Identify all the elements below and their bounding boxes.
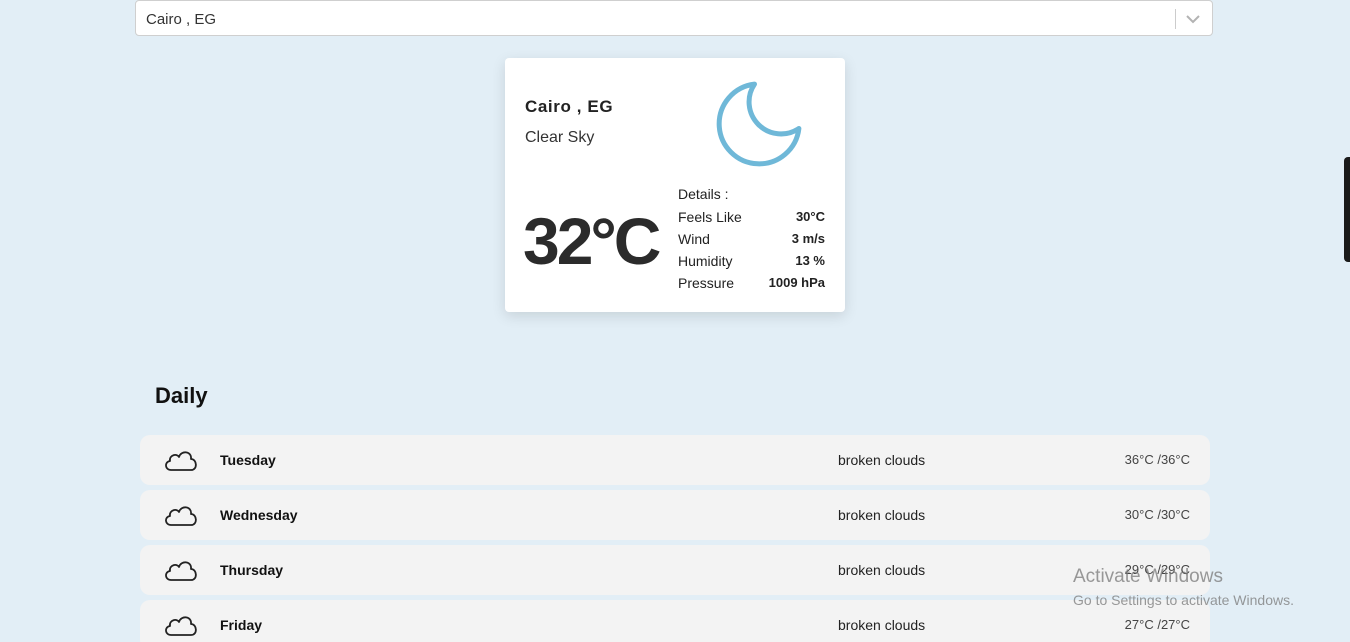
current-location: Cairo , EG — [525, 97, 614, 116]
detail-value: 3 m/s — [791, 231, 825, 246]
daily-row[interactable]: Thursday broken clouds 29°C /29°C — [140, 545, 1210, 595]
day-name: Friday — [220, 617, 263, 633]
day-description: broken clouds — [838, 507, 926, 523]
daily-row[interactable]: Wednesday broken clouds 30°C /30°C — [140, 490, 1210, 540]
side-widget-tab[interactable] — [1344, 157, 1350, 262]
day-description: broken clouds — [838, 562, 926, 578]
daily-row[interactable]: Tuesday broken clouds 36°C /36°C — [140, 435, 1210, 485]
details-panel: Details : Feels Like 30°C Wind 3 m/s Hum… — [678, 186, 825, 296]
daily-heading: Daily — [155, 383, 208, 408]
day-temperatures: 27°C /27°C — [1124, 617, 1190, 632]
detail-row-feels-like: Feels Like 30°C — [678, 208, 825, 230]
day-name: Wednesday — [220, 507, 298, 523]
detail-value: 1009 hPa — [768, 275, 825, 290]
location-select[interactable]: Cairo , EG — [135, 0, 1213, 36]
select-divider — [1175, 9, 1176, 29]
day-name: Tuesday — [220, 452, 276, 468]
detail-label: Wind — [678, 231, 710, 247]
cloud-icon — [165, 506, 197, 526]
moon-icon — [716, 81, 802, 167]
day-description: broken clouds — [838, 452, 926, 468]
detail-row-wind: Wind 3 m/s — [678, 230, 825, 252]
weather-app: Cairo , EG Cairo , EG Clear Sky 32°C Det… — [0, 0, 1350, 642]
watermark-subtitle: Go to Settings to activate Windows. — [1073, 592, 1294, 608]
current-weather-card: Cairo , EG Clear Sky 32°C Details : Feel… — [505, 58, 845, 312]
detail-value: 13 % — [795, 253, 825, 268]
watermark-title: Activate Windows — [1073, 566, 1223, 587]
day-temperatures: 36°C /36°C — [1124, 452, 1190, 467]
location-select-value: Cairo , EG — [146, 11, 217, 28]
detail-label: Humidity — [678, 253, 733, 269]
activate-windows-watermark: Activate Windows Go to Settings to activ… — [1073, 566, 1294, 608]
current-description: Clear Sky — [525, 129, 595, 146]
chevron-down-icon[interactable] — [1184, 9, 1202, 29]
cloud-icon — [165, 561, 197, 581]
detail-row-humidity: Humidity 13 % — [678, 252, 825, 274]
day-temperatures: 30°C /30°C — [1124, 507, 1190, 522]
day-name: Thursday — [220, 562, 284, 578]
detail-row-pressure: Pressure 1009 hPa — [678, 274, 825, 296]
details-title: Details : — [678, 186, 729, 202]
daily-row[interactable]: Friday broken clouds 27°C /27°C — [140, 600, 1210, 642]
cloud-icon — [165, 616, 197, 636]
day-description: broken clouds — [838, 617, 926, 633]
current-temperature: 32°C — [523, 204, 661, 278]
detail-label: Feels Like — [678, 209, 742, 225]
cloud-icon — [165, 451, 197, 471]
detail-value: 30°C — [795, 209, 825, 224]
detail-label: Pressure — [678, 275, 735, 291]
